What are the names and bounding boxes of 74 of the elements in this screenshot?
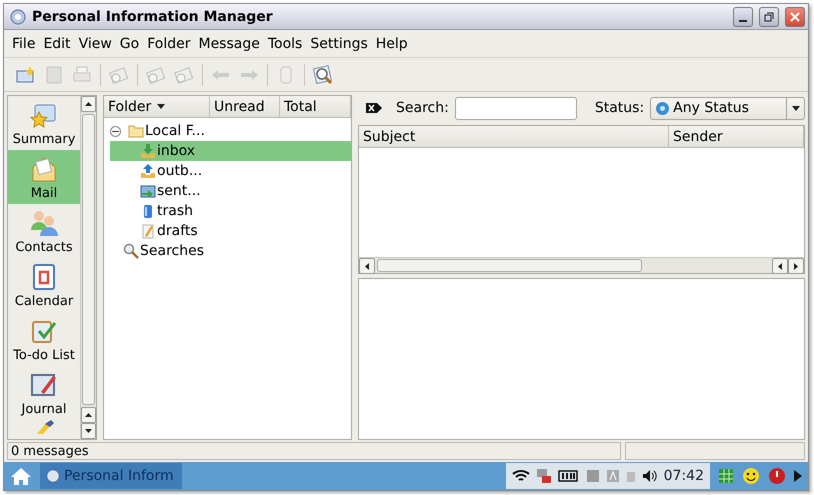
sent-folder-icon <box>140 183 156 199</box>
status-text: 0 messages <box>7 442 621 460</box>
restore-button[interactable] <box>759 6 779 26</box>
app-icon <box>10 8 26 24</box>
sidebar-item[interactable]: To-do List <box>8 312 80 366</box>
menu-item[interactable]: File <box>8 36 40 52</box>
gear-icon <box>655 100 670 116</box>
status-dropdown[interactable]: Any Status <box>650 96 805 120</box>
scroll-up-button[interactable] <box>81 407 96 423</box>
up-arrow-icon <box>85 413 92 417</box>
clear-search-icon[interactable] <box>366 102 382 114</box>
column-header[interactable]: Folder <box>104 96 210 117</box>
menu-item[interactable]: View <box>74 36 116 52</box>
up-arrow-icon <box>85 102 92 106</box>
search-icon <box>123 243 139 259</box>
minimize-icon <box>739 20 747 22</box>
minimize-button[interactable] <box>733 6 753 26</box>
column-header[interactable]: Subject <box>359 126 669 147</box>
restore-icon <box>764 12 774 22</box>
sidebar-item[interactable]: Journal <box>8 366 80 420</box>
folder-item[interactable]: sent... <box>110 181 351 201</box>
folder-item[interactable]: drafts <box>110 221 351 241</box>
close-icon <box>790 12 800 22</box>
menu-item[interactable]: Settings <box>306 36 372 52</box>
sidebar-item[interactable]: Mail <box>8 150 80 204</box>
menu-item[interactable]: Folder <box>143 36 194 52</box>
menu-item[interactable]: Tools <box>264 36 306 52</box>
scroll-up-button[interactable] <box>81 96 96 112</box>
sidebar-item[interactable]: Calendar <box>8 258 80 312</box>
app-icon <box>46 469 60 483</box>
down-arrow-icon <box>85 429 92 433</box>
wifi-icon[interactable] <box>512 469 530 483</box>
menu-item[interactable]: Help <box>372 36 412 52</box>
folder-item[interactable]: Searches <box>110 241 351 261</box>
arrow-right-icon[interactable] <box>794 470 802 482</box>
folder-item[interactable]: outb... <box>110 161 351 181</box>
smiley-icon[interactable] <box>742 467 760 485</box>
menu-item[interactable]: Go <box>116 36 144 52</box>
battery-icon[interactable] <box>558 470 580 482</box>
column-header[interactable]: Sender <box>669 126 804 147</box>
status-label: Status: <box>594 100 644 116</box>
inbox-tray-icon <box>140 143 156 159</box>
folder-item[interactable]: trash <box>110 201 351 221</box>
sidebar-item[interactable]: Contacts <box>8 204 80 258</box>
collapse-icon[interactable] <box>110 126 121 136</box>
menu-item[interactable]: Message <box>194 36 264 52</box>
horizontal-scrollbar[interactable] <box>359 257 804 273</box>
search-field[interactable] <box>454 96 577 120</box>
folder-item[interactable]: Local F... <box>110 121 351 141</box>
column-header[interactable]: Unread <box>210 96 280 117</box>
left-arrow-icon <box>778 262 782 270</box>
dropdown-arrow-icon <box>792 106 800 110</box>
scrollbar[interactable] <box>80 96 96 439</box>
close-button[interactable] <box>785 6 805 26</box>
search-label: Search: <box>396 100 449 116</box>
window-title: Personal Information Manager <box>32 8 274 24</box>
menu-item[interactable]: Edit <box>39 36 75 52</box>
sort-icon <box>157 104 166 109</box>
right-arrow-icon <box>794 262 798 270</box>
grid-icon[interactable] <box>718 468 734 484</box>
outbox-tray-icon <box>140 163 156 179</box>
column-header[interactable]: Total <box>280 96 351 117</box>
speaker-icon[interactable] <box>642 469 658 483</box>
people-icon <box>29 208 59 238</box>
draft-pencil-icon <box>140 223 156 239</box>
folder-item[interactable]: inbox <box>110 141 351 161</box>
left-arrow-icon <box>365 262 369 270</box>
sidebar-item[interactable]: Summary <box>8 96 80 150</box>
clock[interactable]: 07:42 <box>664 468 704 484</box>
network-icon[interactable] <box>536 468 552 484</box>
scroll-down-button[interactable] <box>81 423 96 439</box>
folder-icon <box>128 123 144 139</box>
power-icon[interactable] <box>768 467 786 485</box>
home-icon[interactable] <box>10 467 32 485</box>
